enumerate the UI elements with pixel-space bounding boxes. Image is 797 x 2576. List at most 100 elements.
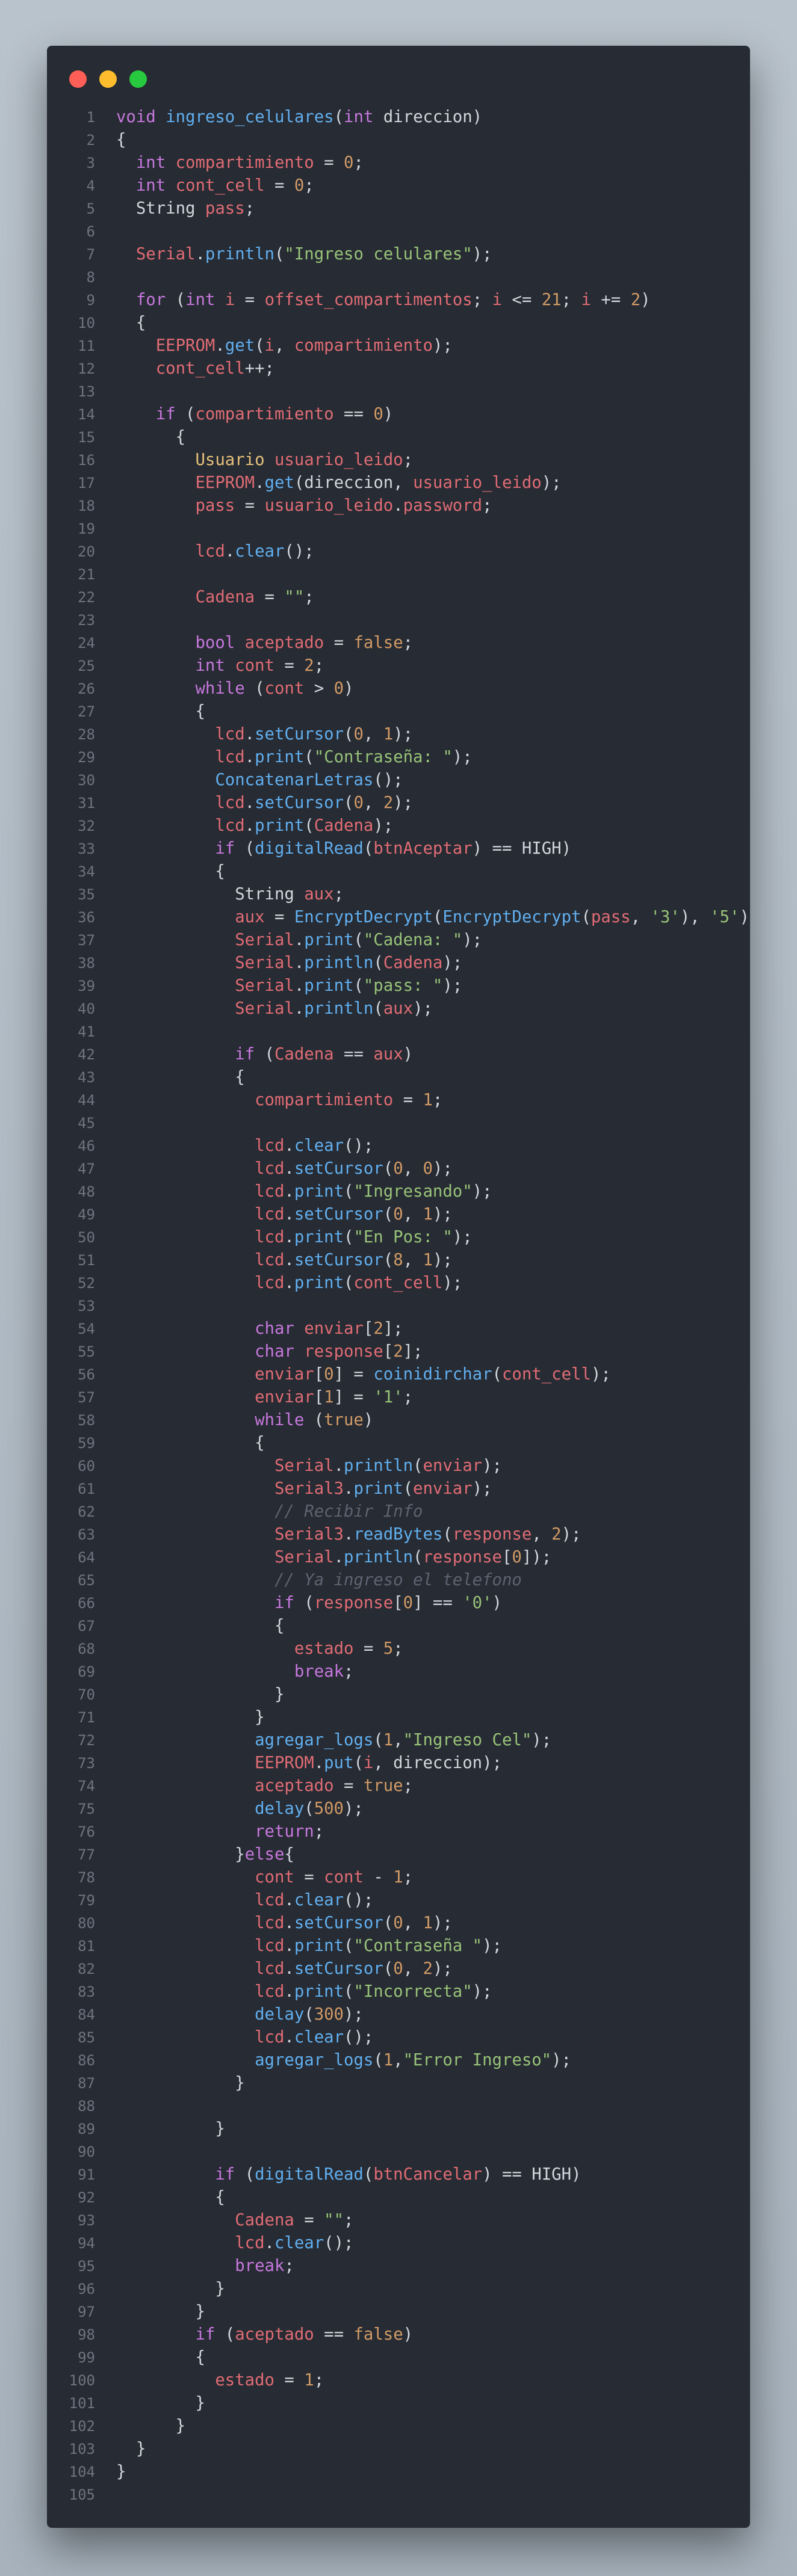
code-token: . <box>255 473 265 492</box>
code-token: [ <box>501 1548 512 1567</box>
code-line: 34 { <box>47 860 750 883</box>
line-source: EEPROM.put(i, direccion); <box>116 1752 502 1775</box>
code-token: Usuario <box>195 451 265 469</box>
line-source: char response[2]; <box>116 1340 423 1363</box>
code-line: 8 <box>47 266 750 289</box>
code-token: 0 <box>294 176 305 195</box>
code-token: if <box>235 1045 255 1064</box>
line-number: 31 <box>78 795 95 812</box>
line-number: 59 <box>78 1435 95 1452</box>
code-token: lcd <box>255 1228 285 1246</box>
code-token: lcd <box>255 1251 285 1269</box>
line-source: char enviar[2]; <box>116 1317 403 1340</box>
line-number: 52 <box>78 1275 95 1292</box>
code-token: ]; <box>403 1342 423 1361</box>
code-line: 30 ConcatenarLetras(); <box>47 769 750 792</box>
code-token: . <box>244 793 255 812</box>
line-number: 32 <box>78 818 95 834</box>
code-token: cont_cell <box>353 1274 443 1292</box>
line-number: 80 <box>78 1915 95 1932</box>
code-token: aceptado <box>255 1776 334 1795</box>
code-token: delay <box>255 1799 305 1818</box>
code-line: 53 <box>47 1295 750 1317</box>
code-token: , <box>274 336 294 355</box>
code-token: get <box>225 336 255 355</box>
code-token: , <box>630 908 651 926</box>
code-line: 101 } <box>47 2392 750 2415</box>
code-token: = <box>333 1776 364 1795</box>
code-token: ), <box>680 908 710 926</box>
code-line: 69 break; <box>47 1660 750 1683</box>
code-line: 77 }else{ <box>47 1843 750 1866</box>
code-token: Serial <box>235 976 294 995</box>
line-source: } <box>116 1706 264 1729</box>
line-number: 38 <box>78 955 95 972</box>
line-source: delay(300); <box>116 2003 364 2026</box>
code-token: (); <box>344 1891 374 1909</box>
code-token: , direccion); <box>373 1754 502 1772</box>
code-token: . <box>294 931 305 949</box>
code-token: "Ingreso Cel" <box>403 1731 532 1749</box>
code-token: ); <box>482 1937 502 1955</box>
code-line: 7 Serial.println("Ingreso celulares"); <box>47 243 750 266</box>
code-token: { <box>116 428 186 446</box>
code-token: ); <box>472 1479 492 1498</box>
code-token: '0' <box>462 1594 492 1612</box>
code-token: ); <box>413 999 433 1018</box>
line-number: 61 <box>78 1481 95 1497</box>
close-window-button[interactable] <box>69 70 87 88</box>
code-token: aux <box>373 1045 403 1064</box>
minimize-window-button[interactable] <box>99 70 117 88</box>
line-number: 68 <box>78 1641 95 1657</box>
code-token: lcd <box>255 1891 285 1909</box>
code-token: } <box>116 2279 225 2298</box>
line-source: agregar_logs(1,"Error Ingreso"); <box>116 2049 571 2072</box>
code-line: 14 if (compartimiento == 0) <box>47 403 750 426</box>
maximize-window-button[interactable] <box>129 70 147 88</box>
code-token: usuario_leido <box>264 496 394 515</box>
line-number: 14 <box>78 406 95 423</box>
code-token: 2 <box>304 656 314 675</box>
line-source: Serial3.print(enviar); <box>116 1478 492 1500</box>
code-token: { <box>116 1434 265 1452</box>
code-token: compartimiento <box>294 336 433 355</box>
code-line: 103 } <box>47 2438 750 2460</box>
line-source: while (cont > 0) <box>116 677 353 700</box>
code-token: . <box>264 2234 274 2252</box>
code-line: 32 lcd.print(Cadena); <box>47 815 750 837</box>
code-token: lcd <box>255 1182 285 1201</box>
code-token: ); <box>344 1799 364 1818</box>
code-line: 39 Serial.print("pass: "); <box>47 975 750 997</box>
line-source: } <box>116 2300 205 2323</box>
line-number: 43 <box>78 1069 95 1086</box>
code-token: = <box>264 908 294 926</box>
code-token: enviar <box>304 1319 364 1338</box>
line-number: 87 <box>78 2075 95 2092</box>
code-line: 64 Serial.println(response[0]); <box>47 1546 750 1569</box>
code-token: . <box>244 725 255 744</box>
code-token: ); <box>472 245 492 263</box>
code-token: "Contraseña " <box>353 1937 483 1955</box>
code-token: cont_cell <box>175 176 265 195</box>
line-source: } <box>116 2415 185 2438</box>
code-token: aceptado <box>235 2325 314 2344</box>
code-token: ); <box>432 1251 453 1269</box>
code-token: ; <box>314 1822 324 1841</box>
line-number: 65 <box>78 1572 95 1589</box>
code-line: 76 return; <box>47 1820 750 1843</box>
line-number: 20 <box>78 543 95 560</box>
code-token: 2 <box>551 1525 562 1544</box>
code-token: 0 <box>333 679 344 698</box>
code-token: print <box>294 1982 344 2001</box>
line-source: pass = usuario_leido.password; <box>116 495 492 517</box>
code-token: ; <box>304 176 314 195</box>
line-number: 48 <box>78 1183 95 1200</box>
line-source: Cadena = ""; <box>116 586 314 609</box>
code-token: compartimiento <box>195 405 334 424</box>
